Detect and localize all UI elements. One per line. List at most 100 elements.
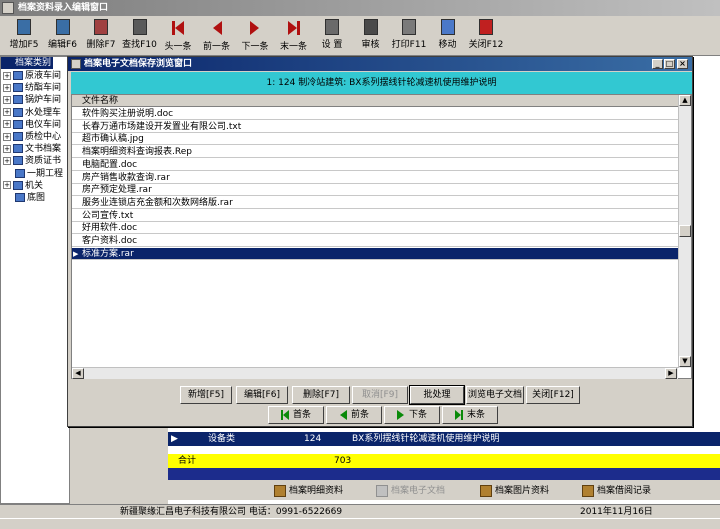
folder-icon	[15, 168, 25, 178]
toolbar-label: 头一条	[164, 42, 192, 52]
tab-electronic[interactable]: 档案电子文档	[376, 483, 445, 497]
folder-icon	[13, 95, 23, 105]
tab-borrow[interactable]: 档案借阅记录	[582, 483, 651, 497]
toolbar-button-0[interactable]: 增加F5	[4, 18, 44, 54]
toolbar-label: 关闭F12	[468, 40, 504, 50]
tree-item[interactable]: 一期工程	[3, 168, 63, 180]
folder-icon	[15, 193, 25, 202]
next-button[interactable]: 下条	[384, 406, 440, 424]
file-row[interactable]: 长春万通市场建设开发置业有限公司.txt	[72, 121, 678, 133]
file-row[interactable]: 电脑配置.doc	[72, 159, 678, 171]
toolbar-button-6[interactable]: 下一条	[235, 18, 275, 54]
toolbar-button-2[interactable]: 删除F7	[81, 18, 121, 54]
expand-icon[interactable]: +	[3, 132, 11, 141]
scroll-up-button[interactable]: ▲	[679, 95, 691, 106]
toolbar-button-3[interactable]: 查找F10	[120, 18, 160, 54]
detail-icon	[274, 484, 286, 497]
file-row[interactable]: 好用软件.doc	[72, 222, 678, 235]
toolbar-button-10[interactable]: 打印F11	[389, 18, 429, 54]
expand-icon[interactable]: +	[3, 156, 11, 165]
delete-button[interactable]: 删除[F7]	[292, 386, 350, 404]
column-header-filename[interactable]: 文件名称	[72, 95, 678, 107]
toolbar-label: 打印F11	[391, 40, 427, 50]
tree-item[interactable]: + 纺酯车间	[3, 82, 61, 94]
tree-item[interactable]: + 资质证书	[3, 155, 61, 167]
tree-item[interactable]: + 水处理车	[3, 107, 61, 119]
tree-item[interactable]: + 质检中心	[3, 131, 61, 143]
scroll-left-button[interactable]: ◀	[72, 368, 84, 379]
first-button[interactable]: 首条	[268, 406, 324, 424]
expand-icon[interactable]: +	[3, 95, 11, 104]
file-row[interactable]: 房产预定处理.rar	[72, 184, 678, 197]
printer-icon	[402, 19, 416, 35]
expand-icon[interactable]: +	[3, 83, 11, 92]
vertical-scrollbar[interactable]: ▲ ▼	[678, 95, 691, 368]
tab-detail[interactable]: 档案明细资料	[274, 483, 343, 497]
scroll-right-button[interactable]: ▶	[665, 368, 677, 379]
status-company: 新疆聚缘汇昌电子科技有限公司 电话：0991-6522669	[120, 507, 343, 517]
scroll-down-button[interactable]: ▼	[679, 356, 691, 367]
expand-icon[interactable]: +	[3, 108, 11, 117]
toolbar-button-9[interactable]: 审核	[351, 18, 391, 54]
dialog-title: 档案电子文档保存浏览窗口	[84, 59, 193, 69]
toolbar-label: 下一条	[241, 42, 269, 52]
add-button[interactable]: 新增[F5]	[180, 386, 232, 404]
row-title: BX系列摆线针轮减速机使用维护说明	[352, 434, 500, 444]
toolbar-button-7[interactable]: 末一条	[274, 18, 314, 54]
bottom-tab-bar: 档案明细资料 档案电子文档 档案图片资料 档案借阅记录	[168, 480, 720, 500]
file-row[interactable]: ▶ 标准方案.rar	[72, 247, 678, 260]
close-dialog-button[interactable]: 关闭[F12]	[526, 386, 580, 404]
toolbar-button-11[interactable]: 移动	[428, 18, 468, 54]
toolbar-button-5[interactable]: 前一条	[197, 18, 237, 54]
expand-icon[interactable]: +	[3, 120, 11, 129]
expand-icon[interactable]: +	[3, 71, 11, 80]
file-row[interactable]: 档案明细资料查询报表.Rep	[72, 146, 678, 159]
folder-icon	[13, 71, 23, 80]
toolbar-button-4[interactable]: 头一条	[158, 18, 198, 54]
tab-images[interactable]: 档案图片资料	[480, 483, 549, 497]
maximize-button[interactable]: □	[664, 59, 675, 69]
expand-icon[interactable]: +	[3, 181, 11, 190]
minimize-button[interactable]: _	[652, 59, 663, 69]
toolbar-label: 审核	[361, 40, 380, 50]
toolbar-button-1[interactable]: 编辑F6	[43, 18, 83, 54]
first-record-icon	[169, 19, 187, 37]
tree-item[interactable]: + 锅炉车间	[3, 94, 61, 106]
horizontal-scrollbar[interactable]: ◀ ▶	[72, 367, 678, 379]
toolbar-button-8[interactable]: 设 置	[312, 18, 352, 54]
tree-item[interactable]: + 原液车间	[3, 70, 61, 82]
folder-icon	[13, 180, 23, 190]
toolbar-label: 设 置	[321, 40, 343, 50]
file-row[interactable]: 软件购买注册说明.doc	[72, 108, 678, 120]
tree-item[interactable]: 底图	[3, 192, 45, 204]
cancel-button[interactable]: 取消[F9]	[352, 386, 408, 404]
tree-item-label: 质检中心	[25, 132, 62, 142]
tree-item[interactable]: + 电仪车间	[3, 119, 61, 131]
expand-icon[interactable]: +	[3, 144, 11, 153]
file-row[interactable]: 房产销售收款查询.rar	[72, 172, 678, 184]
last-button[interactable]: 末条	[442, 406, 498, 424]
tree-root-label[interactable]: 档案类别	[1, 57, 53, 69]
main-toolbar: 增加F5 编辑F6 删除F7 查找F10 头一条 前一条 下一条 末一条 设 置 审核 打印F11 移…	[0, 16, 720, 56]
grid-footer-bar	[168, 468, 720, 480]
borrow-icon	[582, 484, 594, 497]
browse-doc-button[interactable]: 浏览电子文档	[466, 386, 524, 404]
scroll-thumb[interactable]	[679, 225, 691, 237]
taskbar	[0, 518, 720, 529]
table-row-selected[interactable]: ▶ 设备类 124 BX系列摆线针轮减速机使用维护说明	[168, 432, 720, 446]
prev-button[interactable]: 前条	[326, 406, 382, 424]
close-button[interactable]: ×	[677, 59, 688, 69]
file-row[interactable]: 超市确认稿.jpg	[72, 133, 678, 146]
file-name: 房产销售收款查询.rar	[82, 172, 170, 183]
batch-button[interactable]: 批处理	[409, 385, 465, 405]
file-name: 公司宣传.txt	[82, 210, 134, 221]
file-row[interactable]: 服务业连锁店充金额和次数网络版.rar	[72, 197, 678, 209]
file-row[interactable]: 公司宣传.txt	[72, 210, 678, 222]
tree-item[interactable]: + 文书档案	[3, 143, 61, 155]
toolbar-button-12[interactable]: 关闭F12	[466, 18, 506, 54]
edit-button[interactable]: 编辑[F6]	[236, 386, 288, 404]
tree-item[interactable]: + 机关	[3, 180, 43, 192]
file-name: 超市确认稿.jpg	[82, 134, 144, 145]
record-header: 1: 124 制冷站建筑: BX系列摆线针轮减速机使用维护说明	[71, 72, 692, 94]
file-row[interactable]: 客户资料.doc	[72, 235, 678, 247]
